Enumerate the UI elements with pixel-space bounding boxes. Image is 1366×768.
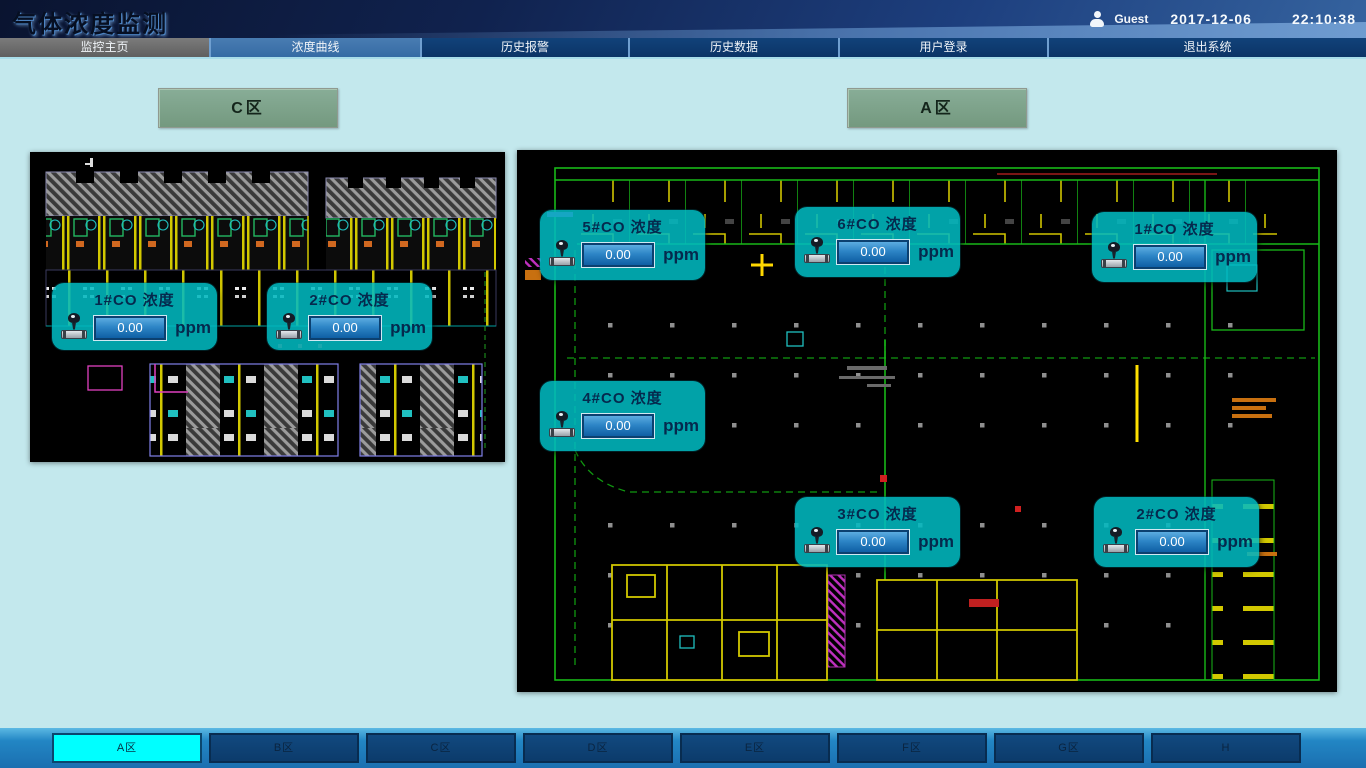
sensor-value: 0.00 [582,243,654,267]
sensor-unit: ppm [918,532,954,552]
sensor-value: 0.00 [94,316,166,340]
tab-history-data[interactable]: 历史数据 [628,38,838,57]
sensor-label: 4#CO 浓度 [540,387,705,408]
zone-button-c[interactable]: C区 [366,733,516,763]
sensor-label: 6#CO 浓度 [795,213,960,234]
gas-monitor-screen: 气体浓度监测 Guest 2017-12-06 22:10:38 监控主页 浓度… [0,0,1366,768]
c-zone-label-button[interactable]: C区 [158,88,338,128]
user-info: Guest [1089,11,1148,27]
sensor-value: 0.00 [837,240,909,264]
gas-sensor-icon [1103,527,1129,557]
tab-user-login[interactable]: 用户登录 [838,38,1047,57]
sensor-value: 0.00 [1134,245,1206,269]
tab-concentration-curve[interactable]: 浓度曲线 [209,38,420,57]
zone-button-h[interactable]: H [1151,733,1301,763]
top-bar: 气体浓度监测 Guest 2017-12-06 22:10:38 [0,0,1366,38]
a-zone-label-button[interactable]: A区 [847,88,1027,128]
sensor-card-a2: 2#CO 浓度 0.00 ppm [1094,497,1259,567]
zone-button-a[interactable]: A区 [52,733,202,763]
sensor-value: 0.00 [1136,530,1208,554]
nav-bar: 监控主页 浓度曲线 历史报警 历史数据 用户登录 退出系统 [0,38,1366,57]
user-name: Guest [1114,12,1148,26]
zone-button-d[interactable]: D区 [523,733,673,763]
sensor-value: 0.00 [837,530,909,554]
zone-selection-bar: A区 B区 C区 D区 E区 F区 G区 H [0,728,1366,768]
sensor-unit: ppm [1217,532,1253,552]
top-bar-right: Guest 2017-12-06 22:10:38 [1089,0,1356,38]
zone-button-f[interactable]: F区 [837,733,987,763]
tab-monitor-home[interactable]: 监控主页 [0,38,209,57]
sensor-label: 1#CO 浓度 [52,289,217,310]
time-display: 22:10:38 [1292,11,1356,27]
gas-sensor-icon [1101,242,1127,272]
sensor-unit: ppm [663,416,699,436]
gas-sensor-icon [804,527,830,557]
gas-sensor-icon [804,237,830,267]
sensor-label: 1#CO 浓度 [1092,218,1257,239]
sensor-unit: ppm [1215,247,1251,267]
sensor-label: 2#CO 浓度 [1094,503,1259,524]
zone-button-b[interactable]: B区 [209,733,359,763]
sensor-value: 0.00 [309,316,381,340]
zone-button-g[interactable]: G区 [994,733,1144,763]
sensor-label: 5#CO 浓度 [540,216,705,237]
zone-button-e[interactable]: E区 [680,733,830,763]
sensor-card-a6: 6#CO 浓度 0.00 ppm [795,207,960,277]
date-display: 2017-12-06 [1170,11,1252,27]
main-area: C区 A区 [0,59,1366,728]
sensor-card-a5: 5#CO 浓度 0.00 ppm [540,210,705,280]
sensor-card-c1: 1#CO 浓度 0.00 ppm [52,283,217,350]
sensor-card-c2: 2#CO 浓度 0.00 ppm [267,283,432,350]
sensor-card-a1: 1#CO 浓度 0.00 ppm [1092,212,1257,282]
tab-history-alarm[interactable]: 历史报警 [420,38,628,57]
sensor-label: 3#CO 浓度 [795,503,960,524]
gas-sensor-icon [276,313,302,343]
sensor-unit: ppm [175,318,211,338]
page-title: 气体浓度监测 [12,4,168,38]
sensor-unit: ppm [918,242,954,262]
user-icon [1089,11,1105,27]
sensor-value: 0.00 [582,414,654,438]
gas-sensor-icon [61,313,87,343]
sensor-unit: ppm [663,245,699,265]
sensor-card-a3: 3#CO 浓度 0.00 ppm [795,497,960,567]
sensor-card-a4: 4#CO 浓度 0.00 ppm [540,381,705,451]
tab-exit-system[interactable]: 退出系统 [1047,38,1366,57]
gas-sensor-icon [549,240,575,270]
sensor-label: 2#CO 浓度 [267,289,432,310]
gas-sensor-icon [549,411,575,441]
sensor-unit: ppm [390,318,426,338]
